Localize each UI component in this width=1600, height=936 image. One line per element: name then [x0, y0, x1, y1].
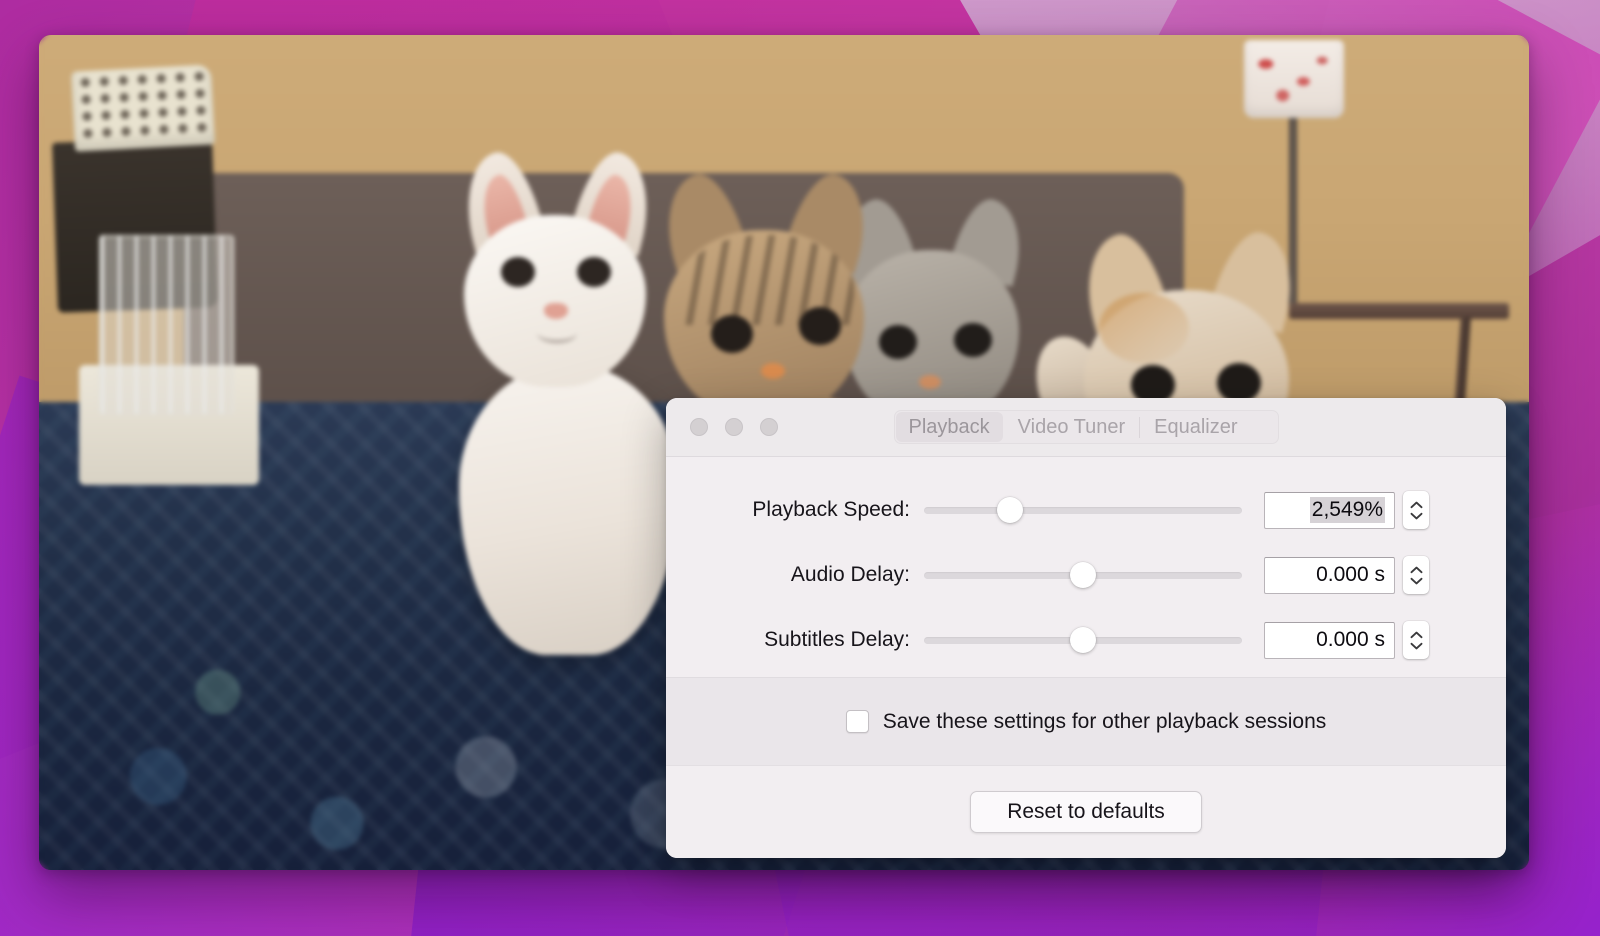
- video-scene-kitten-grey-nose: [919, 375, 941, 389]
- audio-delay-row: Audio Delay: 0.000 s: [666, 556, 1506, 594]
- slider-knob[interactable]: [996, 497, 1023, 523]
- playback-speed-value: 2,549%: [1309, 497, 1385, 523]
- save-settings-label: Save these settings for other playback s…: [882, 709, 1327, 733]
- tab-equalizer[interactable]: Equalizer: [1141, 412, 1250, 442]
- subtitles-delay-value: 0.000 s: [1316, 628, 1385, 651]
- save-settings-section: Save these settings for other playback s…: [666, 677, 1506, 765]
- controls-area: Playback Speed: 2,549% Audio Delay: 0.00…: [666, 457, 1506, 677]
- video-scene-kitten-orange-patch: [1099, 293, 1189, 363]
- video-scene-kitten-tabby-eye-left: [711, 315, 753, 353]
- audio-delay-value: 0.000 s: [1316, 563, 1385, 586]
- audio-delay-label: Audio Delay:: [790, 563, 910, 586]
- playback-speed-field[interactable]: 2,549%: [1264, 491, 1395, 529]
- video-scene-kitten-white-eye-right: [577, 257, 611, 287]
- video-scene-kitten-white-eye-left: [501, 257, 535, 287]
- reset-to-defaults-button[interactable]: Reset to defaults: [970, 791, 1202, 833]
- video-scene-carrier-vents: [75, 67, 211, 141]
- playback-speed-label: Playback Speed:: [752, 498, 910, 521]
- video-scene-carrier-door: [99, 235, 234, 415]
- subtitles-delay-row: Subtitles Delay: 0.000 s: [666, 621, 1506, 659]
- video-scene-kitten-grey-eye-right: [954, 323, 992, 357]
- zoom-button[interactable]: [760, 418, 778, 436]
- subtitles-delay-slider[interactable]: [924, 627, 1242, 653]
- playback-settings-panel[interactable]: Playback Video Tuner Equalizer Playback …: [666, 398, 1506, 858]
- subtitles-delay-stepper[interactable]: [1403, 621, 1429, 659]
- video-scene-lamp-stem: [1289, 115, 1297, 315]
- video-scene-kitten-white-body: [459, 365, 679, 655]
- chevron-down-icon: [1410, 642, 1422, 649]
- video-scene-lamp-pattern: [1247, 43, 1341, 113]
- slider-knob[interactable]: [1070, 627, 1096, 653]
- save-settings-row[interactable]: Save these settings for other playback s…: [845, 709, 1327, 734]
- chevron-up-icon: [1410, 501, 1422, 508]
- traffic-light-buttons: [690, 418, 778, 436]
- audio-delay-slider[interactable]: [924, 562, 1242, 588]
- video-scene-kitten-orange-eye-right: [1217, 363, 1261, 403]
- video-scene-kitten-white-nose: [544, 303, 568, 319]
- tab-video-tuner[interactable]: Video Tuner: [1005, 412, 1139, 442]
- chevron-down-icon: [1410, 577, 1422, 584]
- chevron-down-icon: [1410, 512, 1422, 519]
- playback-speed-slider[interactable]: [924, 497, 1242, 523]
- tab-playback[interactable]: Playback: [895, 412, 1003, 442]
- slider-track: [924, 506, 1242, 514]
- minimize-button[interactable]: [725, 418, 743, 436]
- playback-speed-row: Playback Speed: 2,549%: [666, 491, 1506, 529]
- save-settings-checkbox[interactable]: [845, 710, 869, 733]
- video-scene-kitten-white-mouth: [537, 323, 577, 343]
- close-button[interactable]: [690, 418, 708, 436]
- panel-titlebar[interactable]: Playback Video Tuner Equalizer: [666, 398, 1506, 457]
- audio-delay-field[interactable]: 0.000 s: [1264, 556, 1395, 594]
- subtitles-delay-field[interactable]: 0.000 s: [1264, 621, 1395, 659]
- panel-footer: Reset to defaults: [666, 765, 1506, 858]
- video-scene-kitten-tabby-nose: [761, 363, 785, 379]
- video-scene-side-table: [1289, 303, 1509, 319]
- audio-delay-stepper[interactable]: [1403, 556, 1429, 594]
- chevron-up-icon: [1410, 566, 1422, 573]
- slider-knob[interactable]: [1070, 562, 1096, 588]
- tab-divider: [1139, 416, 1141, 438]
- subtitles-delay-label: Subtitles Delay:: [764, 628, 910, 651]
- video-scene-kitten-grey-eye-left: [879, 325, 917, 359]
- video-scene-kitten-white-head: [464, 215, 646, 387]
- playback-speed-stepper[interactable]: [1403, 491, 1429, 529]
- video-scene-kitten-tabby-eye-right: [799, 307, 841, 345]
- tab-segmented-control[interactable]: Playback Video Tuner Equalizer: [893, 410, 1279, 444]
- chevron-up-icon: [1410, 631, 1422, 638]
